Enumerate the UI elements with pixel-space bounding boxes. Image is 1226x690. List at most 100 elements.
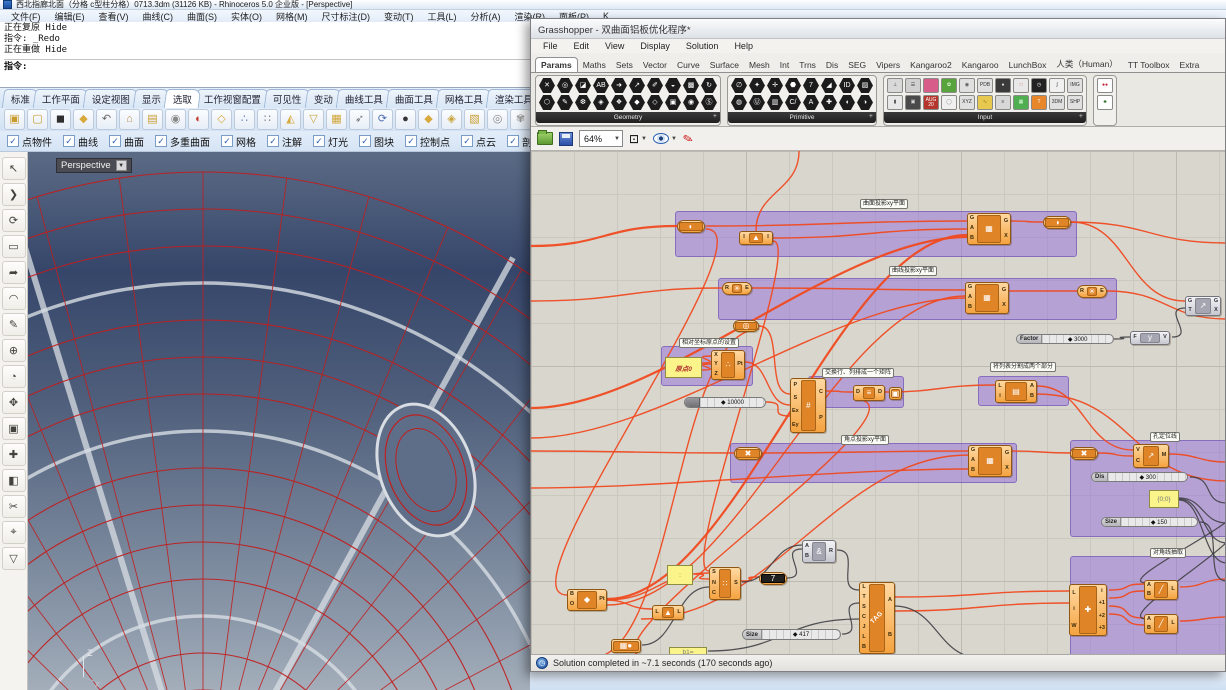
palette-tile-icon-2-3[interactable]: ▣ [905,95,921,110]
rhino-tab-9[interactable]: 曲面工具 [385,89,442,108]
gh-tab-12[interactable]: Kangaroo2 [905,58,957,72]
slider-track-37[interactable]: ◆ 3000 [1042,335,1113,343]
rhino-tab-1[interactable]: 工作平面 [33,89,90,108]
palette-hex-icon-1-1[interactable]: ◍ [731,95,747,110]
palette-hex-icon-1-2[interactable]: ✦ [749,78,765,93]
component-outputs-13[interactable]: D [876,386,884,400]
component-outputs-28[interactable]: S [732,568,740,599]
component-outputs-33[interactable]: AB [886,583,894,653]
rhino-toolbar-icon-12[interactable]: ◭ [280,109,301,130]
rhino-tab-10[interactable]: 网格工具 [435,89,492,108]
canvas-component-15[interactable]: Li▤AB [995,380,1037,403]
palette-hex-icon-1-15[interactable]: ◑ [857,95,873,110]
palette-tile-icon-2-5[interactable]: AUG 20 [923,95,939,110]
canvas-panel-9[interactable]: 原点0 [665,357,702,378]
canvas-component-3[interactable]: ◑ [1043,216,1071,229]
canvas-component-5[interactable]: GAB▦GX [965,282,1009,314]
gh-menu-file[interactable]: File [535,41,566,51]
rhino-menu-item-4[interactable]: 曲面(S) [180,10,224,23]
canvas-component-7[interactable]: GT↗GX [1185,296,1221,316]
palette-hex-icon-1-9[interactable]: A [803,95,819,110]
gh-menu-display[interactable]: Display [632,41,678,51]
filter-checkbox-3[interactable]: ✓ [155,135,167,147]
canvas-component-33[interactable]: LTSCJLBTAGAB [859,582,895,654]
open-file-icon[interactable] [537,132,553,145]
gh-menu-edit[interactable]: Edit [566,41,598,51]
gh-menu-solution[interactable]: Solution [678,41,727,51]
canvas-component-0[interactable]: ◐ [677,220,705,233]
canvas-component-18[interactable]: ✖ [1070,447,1098,460]
palette-hex-icon-0-14[interactable]: ◒ [665,78,681,93]
palette-tile-icon-2-14[interactable]: ∷ [1013,78,1029,93]
palette-tile-icon-2-13[interactable]: ≡ [995,95,1011,110]
component-outputs-10[interactable]: Pt [736,351,744,379]
component-outputs-36[interactable]: V [1161,332,1169,344]
rhino-tool-button-9[interactable]: ✥ [2,391,26,414]
chevron-down-icon[interactable]: ▼ [116,160,127,171]
rhino-menu-item-7[interactable]: 尺寸标注(D) [315,10,378,23]
component-outputs-31[interactable]: R [827,541,835,562]
canvas-component-6[interactable]: R✳E [1077,285,1107,298]
rhino-toolbar-icon-7[interactable]: ◉ [165,109,186,130]
grasshopper-canvas[interactable]: 曲面投影xy平面曲线投影xy平面相对坐标原点的设置交换行、列排成一个矩阵将列表分… [531,151,1225,654]
gh-tab-3[interactable]: Vector [638,58,672,72]
rhino-menu-item-8[interactable]: 变动(T) [377,10,421,23]
component-outputs-1[interactable]: I [764,232,772,244]
rhino-toolbar-icon-6[interactable]: ▤ [142,109,163,130]
grasshopper-title-bar[interactable]: Grasshopper - 双曲面铝板优化程序* [531,19,1225,39]
gh-tab-9[interactable]: Dis [821,58,843,72]
component-inputs-15[interactable]: Li [996,381,1004,402]
canvas-slider-anon-11[interactable]: ◆ 10000 [684,397,766,408]
component-inputs-6[interactable]: R [1078,286,1086,297]
viewport-label[interactable]: Perspective ▼ [56,158,132,173]
filter-checkbox-1[interactable]: ✓ [63,135,75,147]
component-inputs-33[interactable]: LTSCJLB [860,583,868,653]
palette-tile-icon-3-1[interactable]: ♣ [1097,95,1113,110]
gh-tab-11[interactable]: Vipers [871,58,905,72]
palette-tile-icon-2-16[interactable]: ◷ [1031,78,1047,93]
palette-hex-icon-0-19[interactable]: Ⓢ [701,95,717,110]
rhino-menu-item-1[interactable]: 编辑(E) [48,10,92,23]
sketch-pen-icon[interactable]: ✎ [682,131,695,145]
rhino-tab-2[interactable]: 设定视图 [83,89,140,108]
palette-hex-icon-1-0[interactable]: ∅ [731,78,747,93]
canvas-component-24[interactable]: AB╱L [1144,580,1178,600]
palette-tile-icon-2-8[interactable]: ◉ [959,78,975,93]
palette-section-expand-0[interactable]: + [713,113,717,120]
palette-section-expand-1[interactable]: + [869,113,873,120]
gh-tab-5[interactable]: Surface [705,58,744,72]
palette-section-expand-2[interactable]: + [1079,113,1083,120]
rhino-tool-button-1[interactable]: ❯ [2,183,26,206]
palette-hex-icon-0-3[interactable]: ✎ [557,95,573,110]
component-inputs-12[interactable]: PSExEy [791,379,800,432]
canvas-slider-Dis-20[interactable]: Dis◆ 300 [1091,472,1188,482]
canvas-component-19[interactable]: VC↗M [1133,444,1169,468]
component-outputs-24[interactable]: L [1169,581,1177,599]
palette-hex-icon-1-14[interactable]: ▨ [857,78,873,93]
filter-checkbox-9[interactable]: ✓ [461,135,473,147]
rhino-toolbar-icon-18[interactable]: ◆ [418,109,439,130]
canvas-component-13[interactable]: D≡D [853,385,885,401]
rhino-toolbar-icon-4[interactable]: ↶ [96,109,117,130]
rhino-toolbar-icon-9[interactable]: ◇ [211,109,232,130]
rhino-tab-5[interactable]: 工作视窗配置 [195,89,271,108]
component-inputs-1[interactable]: I [740,232,748,244]
rhino-tool-button-6[interactable]: ✎ [2,313,26,336]
component-inputs-23[interactable]: LiW [1070,585,1078,635]
rhino-toolbar-icon-14[interactable]: ▦ [326,109,347,130]
rhino-tool-button-8[interactable]: ◔ [2,365,26,388]
palette-tile-icon-3-0[interactable]: ●● [1097,78,1113,93]
gh-tab-10[interactable]: SEG [843,58,871,72]
palette-tile-icon-2-15[interactable]: ▦ [1013,95,1029,110]
canvas-component-31[interactable]: AB&R [802,540,836,563]
palette-hex-icon-0-12[interactable]: ✐ [647,78,663,93]
rhino-tool-button-14[interactable]: ⌖ [2,521,26,544]
rhino-toolbar-icon-2[interactable]: ◼ [50,109,71,130]
component-outputs-15[interactable]: AB [1028,381,1036,402]
rhino-toolbar-icon-22[interactable]: ✾ [510,109,531,130]
rhino-tool-button-3[interactable]: ▭ [2,235,26,258]
palette-hex-icon-1-12[interactable]: ID [839,78,855,93]
component-inputs-31[interactable]: AB [803,541,811,562]
component-outputs-19[interactable]: M [1160,445,1168,467]
slider-track-22[interactable]: ◆ 150 [1121,518,1197,526]
